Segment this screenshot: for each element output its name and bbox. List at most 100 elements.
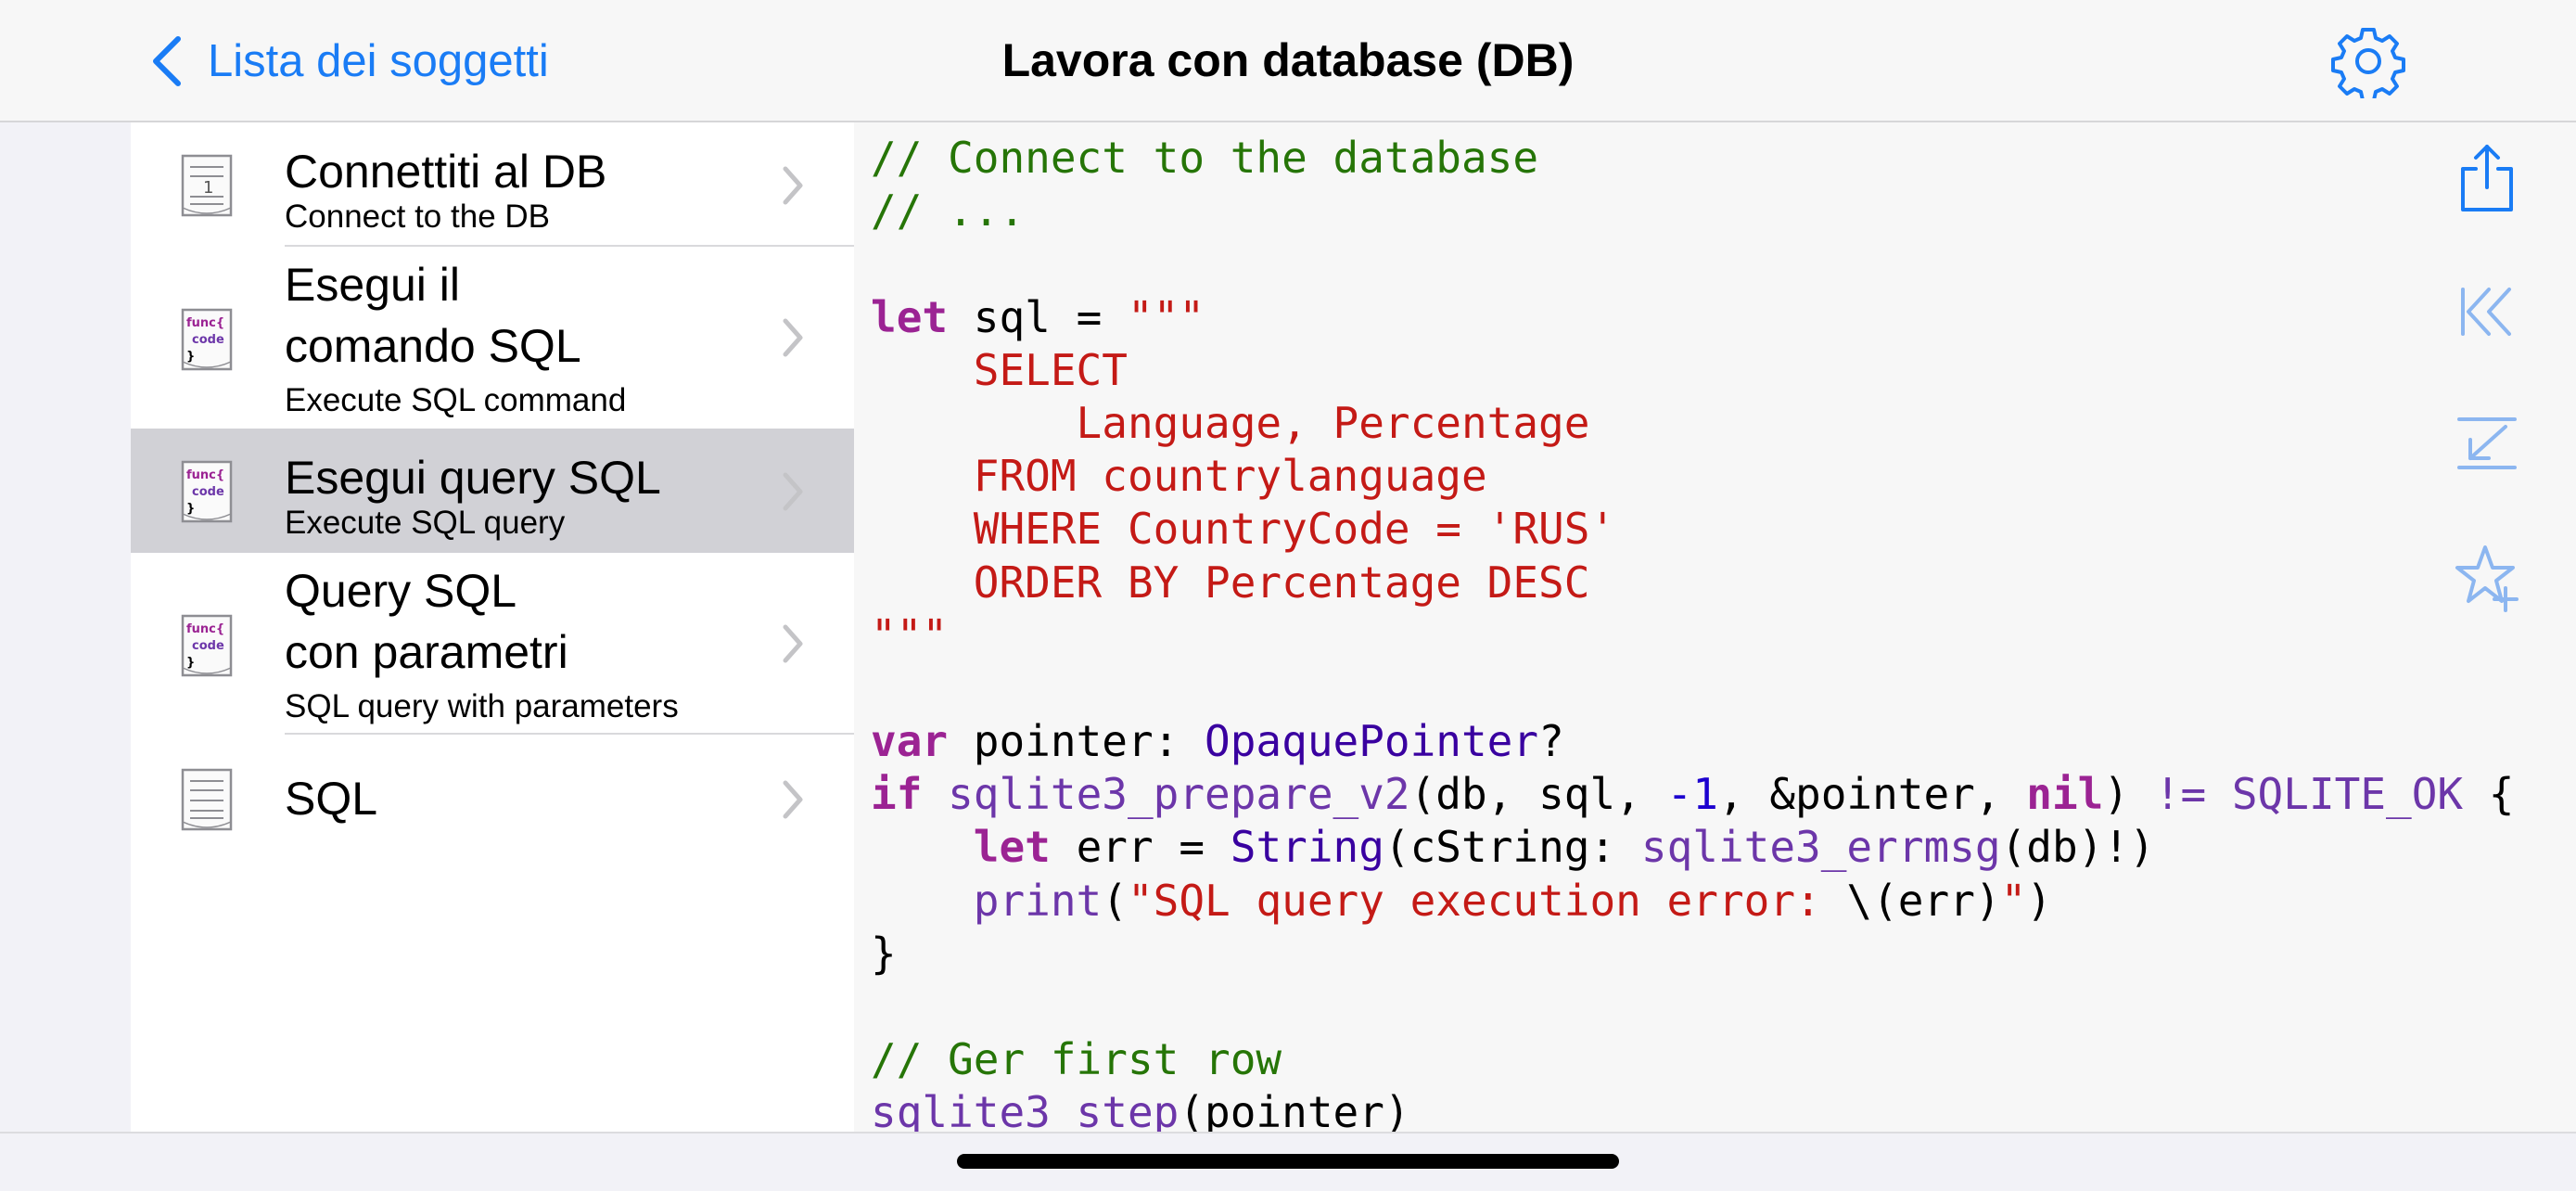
list-item-title: Query SQL con parametri (285, 565, 568, 678)
skip-to-start-icon[interactable] (2454, 275, 2520, 349)
code-line: Language, Percentage (871, 397, 2515, 450)
code-token: ) (2026, 875, 2052, 926)
code-token: ) (2103, 769, 2155, 820)
chevron-right-icon (783, 780, 803, 819)
code-token: SQLITE_OK (2231, 769, 2464, 820)
home-indicator[interactable] (957, 1154, 1619, 1169)
code-token: SELECT (871, 344, 1128, 395)
list-item[interactable]: func{ code} Esegui query SQL Execute SQL qu… (131, 429, 854, 553)
code-token: sqlite3_errmsg (1640, 822, 2001, 873)
code-line: ORDER BY Percentage DESC (871, 557, 2515, 609)
code-token: } (871, 928, 897, 979)
code-viewer[interactable]: // Connect to the database// ... let sql … (854, 122, 2576, 1132)
list-item-title: Esegui il comando SQL (285, 259, 581, 372)
code-line: let sql = """ (871, 291, 2515, 344)
list-item[interactable]: SQL (131, 735, 854, 864)
svg-text:}: } (186, 656, 195, 670)
svg-text:code: code (192, 333, 224, 347)
code-token: sqlite3_step (871, 1087, 1180, 1132)
svg-text:1: 1 (203, 178, 213, 198)
list-item[interactable]: func{ code} Query SQL con parametri SQL que… (131, 553, 854, 735)
code-token: ? (1538, 716, 1564, 767)
code-token: """ (1127, 291, 1205, 342)
code-line: // Connect to the database (871, 132, 2515, 185)
code-token: (db)!) (2000, 822, 2155, 873)
code-token: \(err) (1846, 875, 2001, 926)
star-add-icon[interactable] (2454, 540, 2520, 614)
list-item-title: SQL (285, 773, 378, 825)
page-title: Lavora con database (DB) (1001, 34, 1575, 86)
code-line: """ (871, 609, 2515, 662)
code-token: // Connect to the database (871, 133, 1539, 183)
svg-text:code: code (192, 485, 224, 499)
svg-text:func{: func{ (186, 468, 224, 482)
code-token: (cString: (1384, 822, 1641, 873)
share-icon[interactable] (2454, 141, 2520, 215)
code-line: print("SQL query execution error: \(err)… (871, 875, 2515, 928)
code-line: let err = String(cString: sqlite3_errmsg… (871, 821, 2515, 874)
code-token: err = (1050, 822, 1231, 873)
code-line: var pointer: OpaquePointer? (871, 715, 2515, 768)
list-item-subtitle: Execute SQL query (285, 505, 566, 541)
arrow-down-left-icon[interactable] (2454, 406, 2520, 480)
func-code-icon: func{ code} (181, 460, 233, 523)
code-line: SELECT (871, 344, 2515, 397)
code-token: var (871, 716, 949, 767)
list-item-title: Connettiti al DB (285, 146, 607, 198)
code-token: // ... (871, 186, 1026, 237)
code-token: String (1230, 822, 1384, 873)
code-token: print (973, 875, 1103, 926)
func-code-icon: func{ code} (181, 308, 233, 371)
code-token: != (2154, 769, 2207, 820)
list-item-subtitle: Connect to the DB (285, 198, 550, 235)
navigation-bar: Lista dei soggetti Lavora con database (… (0, 0, 2576, 122)
code-line: FROM countrylanguage (871, 450, 2515, 503)
list-item-title: Esegui query SQL (285, 452, 661, 504)
code-token: ( (1102, 875, 1128, 926)
code-token: (db, sql, (1409, 769, 1667, 820)
code-token: "SQL query execution error: (1127, 875, 1847, 926)
code-token: -1 (1666, 769, 1718, 820)
code-token: Language, Percentage (871, 397, 1590, 448)
code-line: // Ger first row (871, 1033, 2515, 1086)
code-token: sqlite3_prepare_v2 (948, 769, 1410, 820)
code-line: sqlite3_step(pointer) (871, 1086, 2515, 1132)
chevron-right-icon (783, 166, 803, 205)
code-block: // Connect to the database// ... let sql … (871, 132, 2515, 1132)
list-item-subtitle: Execute SQL command (285, 382, 627, 418)
svg-text:func{: func{ (186, 622, 224, 636)
code-token: pointer: (948, 716, 1205, 767)
svg-text:code: code (192, 639, 224, 653)
gear-icon[interactable] (2331, 24, 2405, 98)
chevron-right-icon (783, 472, 803, 511)
code-line: WHERE CountryCode = 'RUS' (871, 503, 2515, 556)
code-line: if sqlite3_prepare_v2(db, sql, -1, &poin… (871, 768, 2515, 821)
code-token: OpaquePointer (1205, 716, 1539, 767)
code-token: nil (2026, 769, 2104, 820)
code-line: } (871, 928, 2515, 980)
code-token: if (871, 769, 923, 820)
document-list-icon: 1 (181, 154, 233, 217)
code-token: FROM countrylanguage (871, 451, 1487, 502)
document-list-icon (181, 768, 233, 831)
list-item[interactable]: 1 Connettiti al DB Connect to the DB (131, 122, 854, 247)
svg-text:func{: func{ (186, 316, 224, 330)
list-item[interactable]: func{ code} Esegui il comando SQL Execute S… (131, 247, 854, 429)
code-token: // Ger first row (871, 1034, 1282, 1085)
code-token: let (871, 291, 949, 342)
code-token: (pointer) (1179, 1087, 1410, 1132)
svg-text:}: } (186, 502, 195, 516)
list-item-subtitle: SQL query with parameters (285, 688, 679, 724)
code-token: ORDER BY Percentage DESC (871, 557, 1590, 608)
code-token: , &pointer, (1717, 769, 2027, 820)
chevron-right-icon (783, 318, 803, 357)
svg-text:}: } (186, 350, 195, 364)
code-token: """ (871, 609, 949, 660)
